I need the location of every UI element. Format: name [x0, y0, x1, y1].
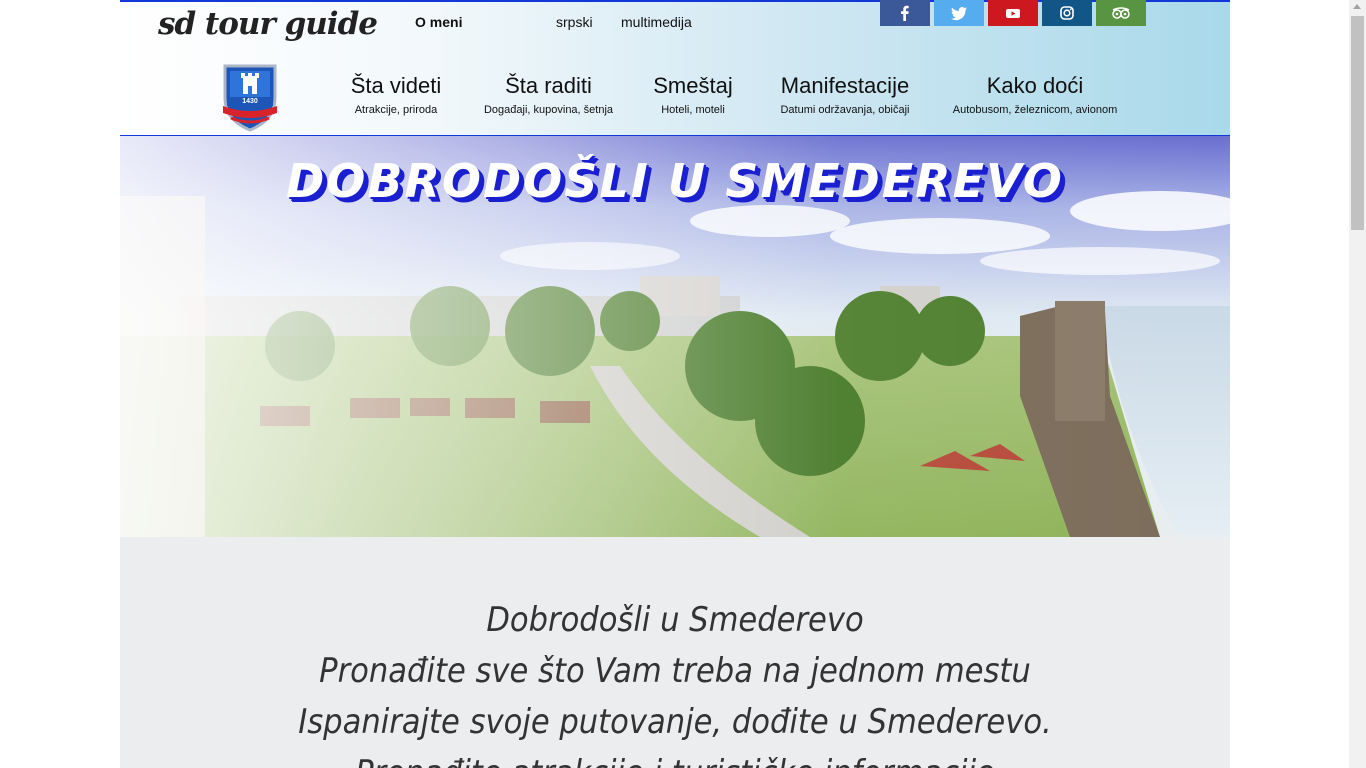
tripadvisor-icon[interactable] — [1096, 0, 1146, 26]
crest-year: 1430 — [242, 98, 258, 105]
twitter-icon[interactable] — [934, 0, 984, 26]
social-links — [880, 0, 1146, 26]
top-link-about[interactable]: O meni — [415, 14, 462, 30]
intro-line: Pronađite sve što Vam treba na jednom me… — [319, 651, 1031, 691]
site-logo[interactable]: sd tour guide — [158, 6, 378, 42]
nav-kako-doci[interactable]: Kako doći Autobusom, železnicom, avionom — [950, 72, 1120, 116]
nav-smestaj[interactable]: Smeštaj Hoteli, moteli — [640, 72, 746, 116]
city-crest-icon[interactable] — [221, 62, 279, 132]
top-link-multimedia[interactable]: multimedija — [621, 14, 692, 30]
page: sd tour guide O meni srpski multimedija — [120, 0, 1230, 768]
nav-title: Smeštaj — [653, 73, 733, 98]
intro-line: Pronađite atrakcije i turističke informa… — [120, 748, 1230, 768]
nav-sta-videti[interactable]: Šta videti Atrakcije, priroda — [336, 72, 456, 116]
intro-line: Dobrodošli u Smederevo — [486, 600, 864, 640]
site-header: sd tour guide O meni srpski multimedija — [120, 0, 1230, 138]
nav-subtitle: Atrakcije, priroda — [354, 104, 438, 116]
page-scrollbar[interactable] — [1349, 0, 1366, 768]
top-link-language[interactable]: srpski — [556, 14, 593, 30]
facebook-icon[interactable] — [880, 0, 930, 26]
nav-subtitle: Datumi održavanja, običaji — [780, 104, 910, 116]
youtube-icon[interactable] — [988, 0, 1038, 26]
nav-manifestacije[interactable]: Manifestacije Datumi održavanja, običaji — [766, 72, 924, 116]
hero-title: DOBRODOŠLI U SMEDEREVO — [286, 154, 1064, 208]
nav-subtitle: Događaji, kupovina, šetnja — [483, 104, 614, 116]
scroll-up-icon[interactable] — [1353, 4, 1361, 9]
nav-title: Šta raditi — [505, 73, 592, 98]
nav-sta-raditi[interactable]: Šta raditi Događaji, kupovina, šetnja — [477, 72, 620, 116]
intro-line: Ispanirajte svoje putovanje, dođite u Sm… — [298, 702, 1052, 742]
instagram-icon[interactable] — [1042, 0, 1092, 26]
nav-title: Kako doći — [986, 73, 1084, 98]
nav-subtitle: Autobusom, železnicom, avionom — [952, 104, 1118, 116]
scrollbar-thumb[interactable] — [1351, 16, 1364, 230]
nav-title: Šta videti — [350, 73, 442, 98]
hero-banner: DOBRODOŠLI U SMEDEREVO — [120, 136, 1230, 537]
intro-section: Dobrodošli u Smederevo Pronađite sve što… — [120, 537, 1230, 768]
nav-title: Manifestacije — [780, 73, 910, 98]
nav-subtitle: Hoteli, moteli — [661, 104, 725, 116]
